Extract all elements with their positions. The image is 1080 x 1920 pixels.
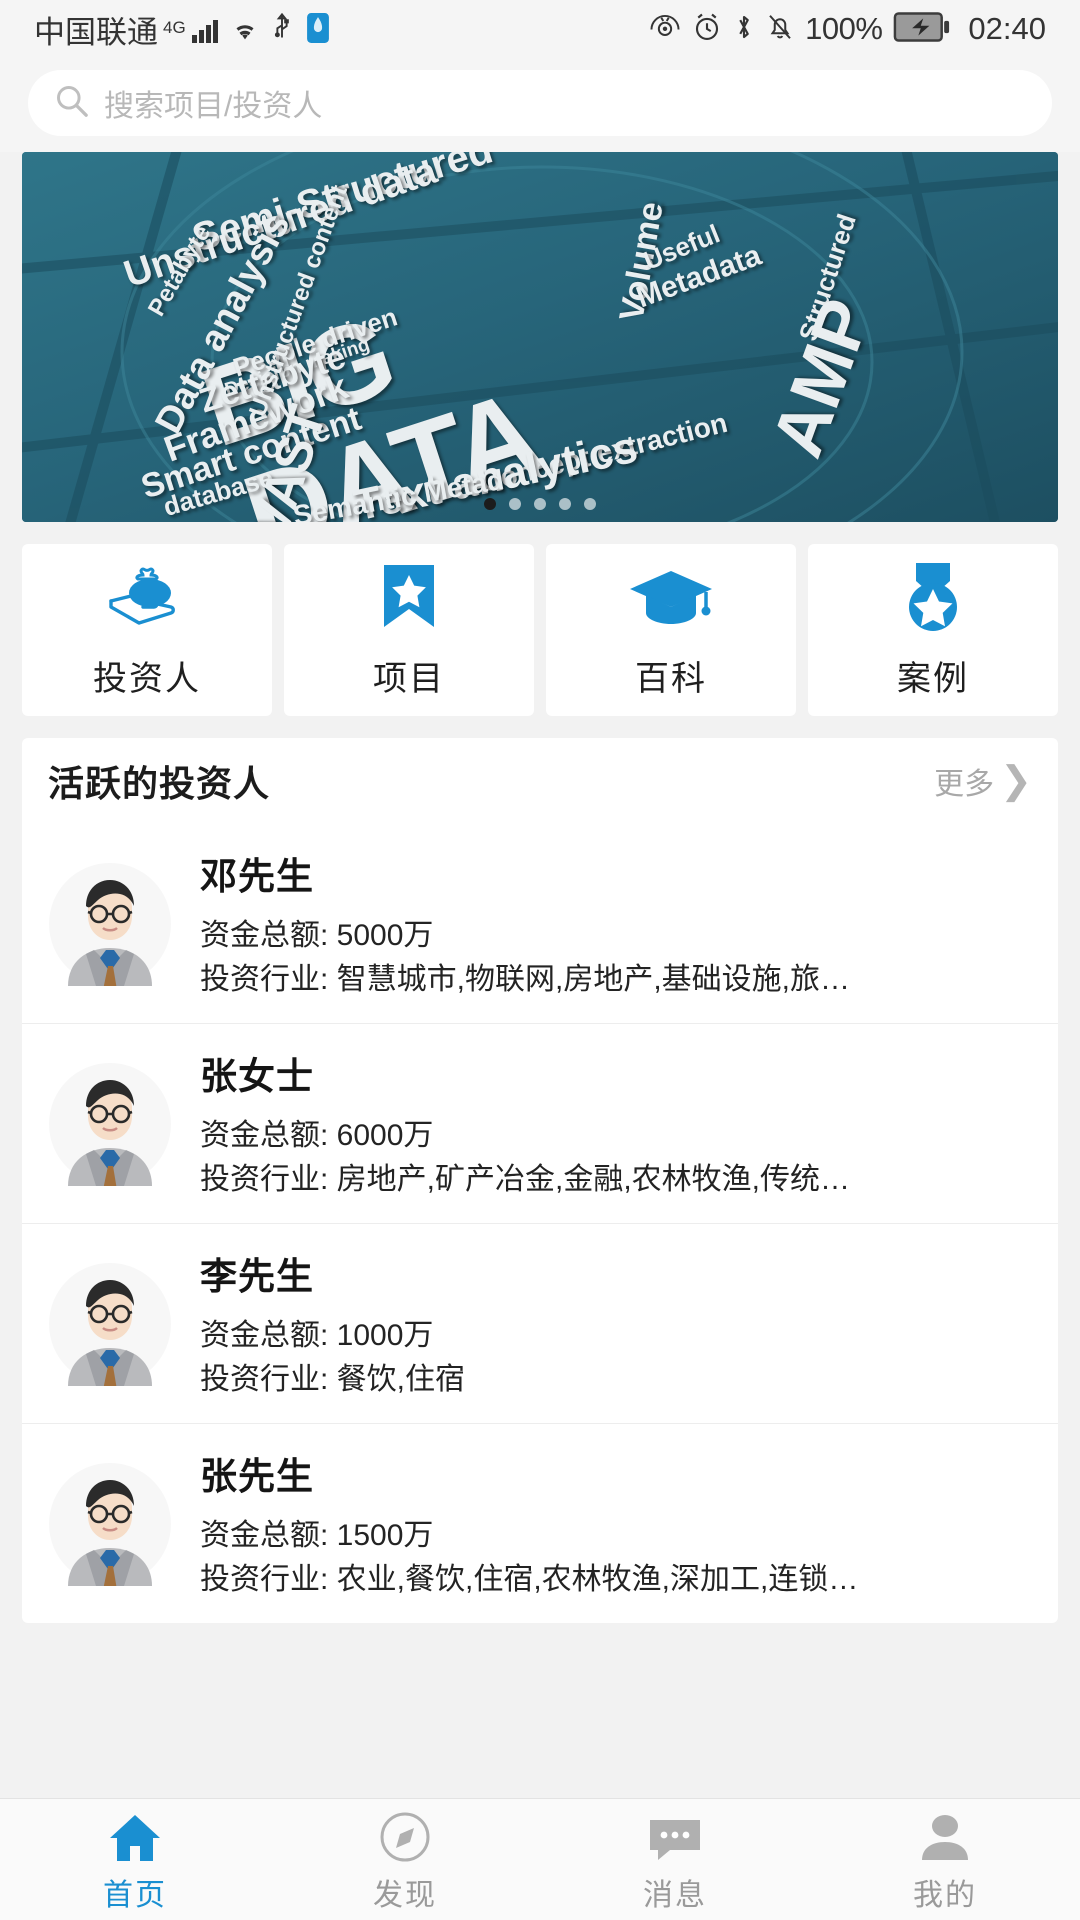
investor-name: 张先生	[200, 1456, 314, 1497]
more-link[interactable]: 更多 ❯	[934, 759, 1032, 803]
alarm-clock-icon	[692, 12, 722, 47]
category-grid: 投资人 项目 百科 案例	[0, 522, 1080, 716]
status-bar-left: 中国联通 4G	[34, 7, 330, 52]
category-tile-encyclopedia[interactable]: 百科	[546, 544, 796, 716]
category-label: 项目	[373, 659, 445, 698]
search-bar-container: 搜索项目/投资人	[0, 58, 1080, 152]
usb-icon	[272, 12, 292, 48]
investor-name: 张女士	[200, 1056, 314, 1097]
tab-messages[interactable]: 消息	[540, 1799, 810, 1920]
tab-label: 消息	[643, 1878, 707, 1912]
carousel-dot-2[interactable]	[509, 498, 521, 510]
status-bar-right: 100% 02:40	[649, 11, 1046, 48]
section-header-active-investors: 活跃的投资人 更多 ❯	[22, 738, 1058, 824]
category-tile-cases[interactable]: 案例	[808, 544, 1058, 716]
investor-name: 邓先生	[200, 856, 314, 897]
investor-amount: 资金总额: 1500万	[200, 1519, 434, 1552]
avatar	[48, 1062, 172, 1198]
investor-info: 邓先生 资金总额: 5000万 投资行业: 智慧城市,物联网,房地产,基础设施,…	[200, 846, 1032, 1001]
search-input[interactable]: 搜索项目/投资人	[28, 70, 1052, 136]
chat-bubble-icon	[646, 1806, 704, 1864]
medal-star-icon	[896, 561, 970, 635]
carrier-label: 中国联通	[34, 14, 158, 50]
investor-info: 张先生 资金总额: 1500万 投资行业: 农业,餐饮,住宿,农林牧渔,深加工,…	[200, 1446, 1032, 1601]
category-tile-investors[interactable]: 投资人	[22, 544, 272, 716]
investor-industries: 投资行业: 餐饮,住宿	[200, 1362, 466, 1396]
network-type-label: 4G	[163, 17, 186, 37]
investor-industries: 投资行业: 智慧城市,物联网,房地产,基础设施,旅…	[200, 962, 851, 996]
tab-discover[interactable]: 发现	[270, 1799, 540, 1920]
mute-bell-icon	[766, 12, 794, 47]
carousel-dot-1[interactable]	[484, 498, 496, 510]
investor-list: 邓先生 资金总额: 5000万 投资行业: 智慧城市,物联网,房地产,基础设施,…	[22, 824, 1058, 1623]
category-tile-projects[interactable]: 项目	[284, 544, 534, 716]
page-title: 活跃的投资人	[48, 763, 271, 804]
investor-info: 李先生 资金总额: 1000万 投资行业: 餐饮,住宿	[200, 1246, 1032, 1401]
sim-card-icon	[306, 12, 330, 48]
compass-icon	[378, 1806, 432, 1864]
carousel-dots[interactable]	[22, 498, 1058, 510]
investor-industries: 投资行业: 农业,餐饮,住宿,农林牧渔,深加工,连锁…	[200, 1562, 859, 1596]
search-icon	[54, 83, 90, 124]
banner-carousel[interactable]: BIG DATA Semi-Structured Unstructured da…	[22, 152, 1058, 522]
signal-bars-icon	[191, 19, 218, 43]
bottom-tab-bar: 首页 发现 消息 我的	[0, 1798, 1080, 1920]
status-bar: 中国联通 4G 100% 02:40	[0, 0, 1080, 58]
carousel-dot-5[interactable]	[584, 498, 596, 510]
list-item[interactable]: 张女士 资金总额: 6000万 投资行业: 房地产,矿产冶金,金融,农林牧渔,传…	[22, 1023, 1058, 1223]
list-item[interactable]: 邓先生 资金总额: 5000万 投资行业: 智慧城市,物联网,房地产,基础设施,…	[22, 824, 1058, 1023]
more-label: 更多	[934, 768, 995, 801]
category-label: 案例	[897, 659, 969, 698]
wifi-icon	[230, 17, 260, 48]
tab-profile[interactable]: 我的	[810, 1799, 1080, 1920]
tab-label: 我的	[913, 1878, 977, 1912]
investor-amount: 资金总额: 1000万	[200, 1319, 434, 1352]
investor-info: 张女士 资金总额: 6000万 投资行业: 房地产,矿产冶金,金融,农林牧渔,传…	[200, 1046, 1032, 1201]
banner-wordcloud: BIG DATA Semi-Structured Unstructured da…	[118, 152, 887, 522]
bookmark-star-icon	[378, 561, 440, 635]
graduation-cap-icon	[628, 561, 714, 635]
money-bag-on-hand-icon	[105, 561, 189, 635]
battery-charging-icon	[893, 11, 951, 48]
tab-home[interactable]: 首页	[0, 1799, 270, 1920]
category-label: 百科	[635, 659, 707, 698]
investor-industries: 投资行业: 房地产,矿产冶金,金融,农林牧渔,传统…	[200, 1162, 851, 1196]
list-item[interactable]: 张先生 资金总额: 1500万 投资行业: 农业,餐饮,住宿,农林牧渔,深加工,…	[22, 1423, 1058, 1623]
avatar	[48, 1262, 172, 1398]
banner-image: BIG DATA Semi-Structured Unstructured da…	[22, 152, 1058, 522]
investor-name: 李先生	[200, 1256, 314, 1297]
person-icon	[918, 1806, 972, 1864]
list-item[interactable]: 李先生 资金总额: 1000万 投资行业: 餐饮,住宿	[22, 1223, 1058, 1423]
carousel-dot-4[interactable]	[559, 498, 571, 510]
bluetooth-icon	[733, 12, 755, 47]
tab-label: 首页	[103, 1878, 167, 1912]
investor-amount: 资金总额: 5000万	[200, 919, 434, 952]
home-icon	[107, 1806, 163, 1864]
category-label: 投资人	[93, 659, 201, 698]
avatar	[48, 1462, 172, 1598]
battery-percent-label: 100%	[805, 11, 883, 46]
eye-icon	[649, 13, 681, 46]
avatar	[48, 862, 172, 998]
banner-container: BIG DATA Semi-Structured Unstructured da…	[0, 152, 1080, 522]
chevron-right-icon: ❯	[1000, 760, 1032, 802]
clock-label: 02:40	[968, 11, 1046, 46]
search-placeholder: 搜索项目/投资人	[104, 90, 323, 123]
investor-amount: 资金总额: 6000万	[200, 1119, 434, 1152]
carousel-dot-3[interactable]	[534, 498, 546, 510]
tab-label: 发现	[373, 1878, 437, 1912]
